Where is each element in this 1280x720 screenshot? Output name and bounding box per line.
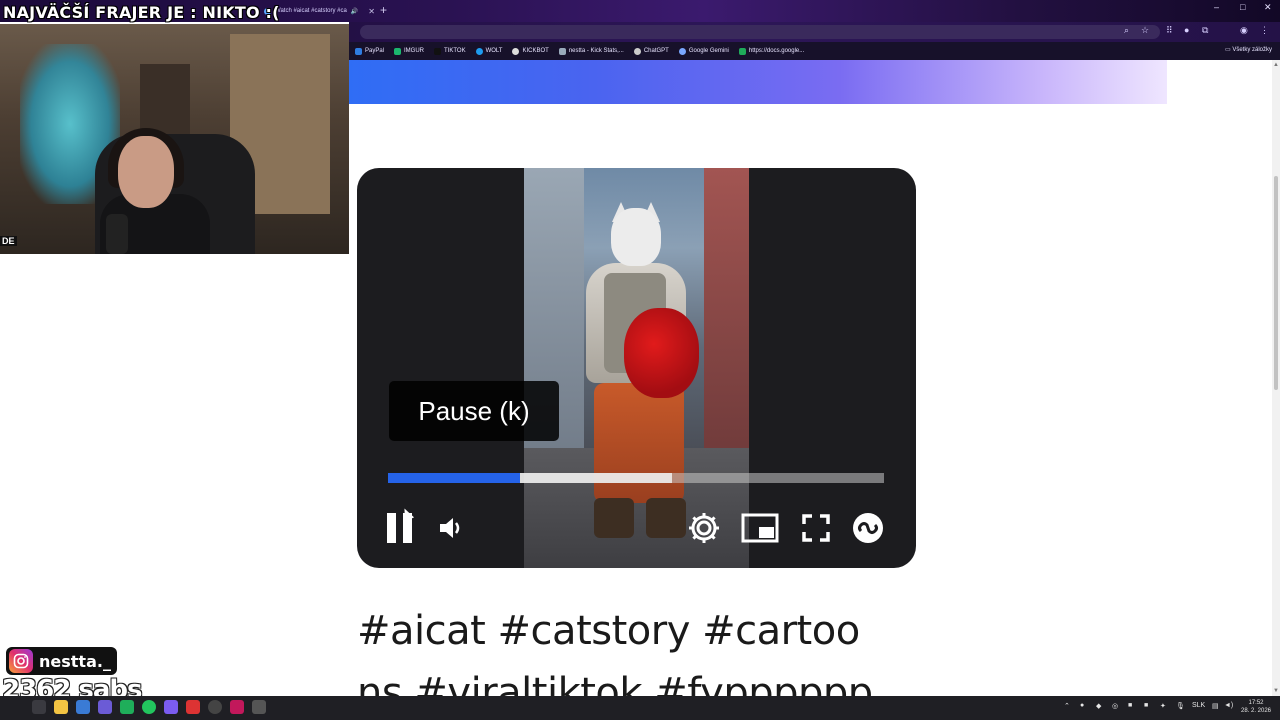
tray-volume-icon[interactable]: ◄) — [1224, 702, 1233, 709]
taskbar-app-icon[interactable] — [76, 700, 90, 714]
extension-icon[interactable]: ⠿ — [1166, 25, 1173, 36]
scroll-up-icon[interactable]: ▲ — [1273, 62, 1279, 68]
video-building-right — [704, 168, 749, 468]
cat-boot-left — [594, 498, 634, 538]
cat-boot-right — [646, 498, 686, 538]
bookmark-gemini[interactable]: Google Gemini — [678, 47, 729, 55]
instagram-badge: nestta._ — [6, 647, 117, 675]
bookmark-chatgpt[interactable]: ChatGPT — [633, 47, 669, 55]
taskbar-app4-icon[interactable] — [164, 700, 178, 714]
tray-app-icon[interactable]: ● — [1080, 702, 1084, 709]
bookmark-paypal[interactable]: PayPal — [355, 47, 384, 55]
gemini-icon — [678, 47, 686, 55]
taskbar-explorer-icon[interactable] — [54, 700, 68, 714]
address-input[interactable] — [360, 25, 1160, 39]
bookmark-google-docs[interactable]: https://docs.google... — [738, 47, 804, 55]
extension-red-icon[interactable]: ● — [1184, 25, 1189, 35]
video-player[interactable]: Pause (k) — [357, 168, 916, 568]
fullscreen-button[interactable] — [794, 506, 838, 550]
taskbar-settings-icon[interactable] — [252, 700, 266, 714]
settings-button[interactable] — [682, 506, 726, 550]
menu-dots-icon[interactable]: ⋮ — [1260, 25, 1269, 36]
miniplayer-button[interactable] — [738, 506, 782, 550]
tray-discord-icon[interactable]: ◆ — [1096, 702, 1101, 710]
maximize-icon[interactable]: □ — [1240, 2, 1245, 12]
taskbar-search-icon[interactable] — [32, 700, 46, 714]
cat-pants — [594, 383, 684, 503]
rose-bouquet — [624, 308, 699, 398]
tab-close-icon[interactable]: ✕ — [368, 7, 375, 16]
clock-time: 17:52 — [1248, 700, 1264, 706]
chatgpt-icon — [633, 47, 641, 55]
kick-stats-icon — [558, 47, 566, 55]
webcam-streamer-face — [118, 136, 174, 208]
imgur-icon — [394, 47, 402, 55]
gradient-banner — [349, 60, 1167, 104]
tray-app4-icon[interactable]: ■ — [1144, 702, 1148, 709]
volume-icon — [440, 518, 460, 538]
volume-button[interactable] — [429, 506, 473, 550]
instagram-handle: nestta._ — [39, 651, 111, 671]
bookmark-kickbot[interactable]: KICKBOT — [512, 47, 549, 55]
autoplay-icon — [853, 513, 883, 543]
scrollbar-thumb[interactable] — [1274, 176, 1278, 390]
bookmark-kick-stats[interactable]: nestta - Kick Stats,... — [558, 47, 624, 55]
window-close-icon[interactable]: ✕ — [1264, 2, 1272, 13]
fullscreen-icon — [802, 514, 830, 542]
tray-network-icon[interactable]: ▤ — [1212, 702, 1219, 710]
bookmark-imgur[interactable]: IMGUR — [394, 47, 424, 55]
zoom-icon[interactable]: ⌕ — [1124, 25, 1129, 36]
taskbar-app6-icon[interactable] — [230, 700, 244, 714]
active-tab-title: Watch #aicat #catstory #ca — [275, 8, 347, 14]
scroll-down-icon[interactable]: ▼ — [1273, 688, 1279, 694]
clock-date: 28. 2. 2026 — [1240, 708, 1272, 714]
webcam-microphone — [106, 214, 128, 254]
webcam-tag: DE — [0, 236, 17, 246]
instagram-icon — [9, 649, 33, 673]
settings-gear-icon — [689, 513, 719, 543]
pause-tooltip: Pause (k) — [389, 381, 559, 441]
description-line-1: #aicat #catstory #cartoo — [357, 608, 860, 654]
kickbot-icon — [512, 47, 520, 55]
paypal-icon — [355, 47, 362, 55]
tray-chevron-icon[interactable]: ⌃ — [1064, 702, 1070, 710]
tab-audio-icon: 🔊 — [350, 8, 359, 15]
taskbar-app2-icon[interactable] — [98, 700, 112, 714]
miniplayer-icon — [741, 513, 779, 543]
bookmark-wolt[interactable]: WOLT — [475, 47, 502, 55]
bookmark-star-icon[interactable]: ☆ — [1141, 25, 1149, 36]
tray-app3-icon[interactable]: ■ — [1128, 702, 1132, 709]
new-tab-icon[interactable]: + — [380, 3, 387, 17]
minimize-icon[interactable]: – — [1214, 2, 1219, 12]
tray-app2-icon[interactable]: ◎ — [1112, 702, 1118, 710]
bookmark-tiktok[interactable]: TIKTOK — [434, 47, 466, 55]
progress-bar[interactable] — [388, 473, 884, 483]
progress-played — [388, 473, 520, 483]
tray-language[interactable]: SLK — [1192, 702, 1205, 709]
all-bookmarks[interactable]: ▭ Všetky záložky — [1225, 46, 1272, 53]
profile-icon[interactable]: ◉ — [1240, 25, 1248, 36]
autoplay-button[interactable] — [846, 506, 890, 550]
cat-head — [611, 208, 661, 266]
tray-app5-icon[interactable]: ✦ — [1160, 702, 1166, 710]
webcam-overlay — [0, 24, 349, 254]
tray-mic-icon[interactable]: 🎙 — [1176, 702, 1185, 710]
bookmarks-bar: PayPal IMGUR TIKTOK WOLT KICKBOT nestta … — [349, 42, 1280, 60]
taskbar-chrome-icon[interactable] — [208, 700, 222, 714]
wolt-icon — [475, 47, 483, 55]
tiktok-icon — [434, 47, 442, 55]
taskbar-clock[interactable]: 17:52 28. 2. 2026 — [1238, 699, 1274, 715]
taskbar-app5-icon[interactable] — [186, 700, 200, 714]
taskbar-app3-icon[interactable] — [120, 700, 134, 714]
google-sheets-icon — [738, 47, 746, 55]
extensions-puzzle-icon[interactable]: ⧉ — [1202, 25, 1208, 36]
stream-title: NAJVÄČŠÍ FRAJER JE : NIKTO :( — [3, 3, 280, 22]
taskbar-spotify-icon[interactable] — [142, 700, 156, 714]
